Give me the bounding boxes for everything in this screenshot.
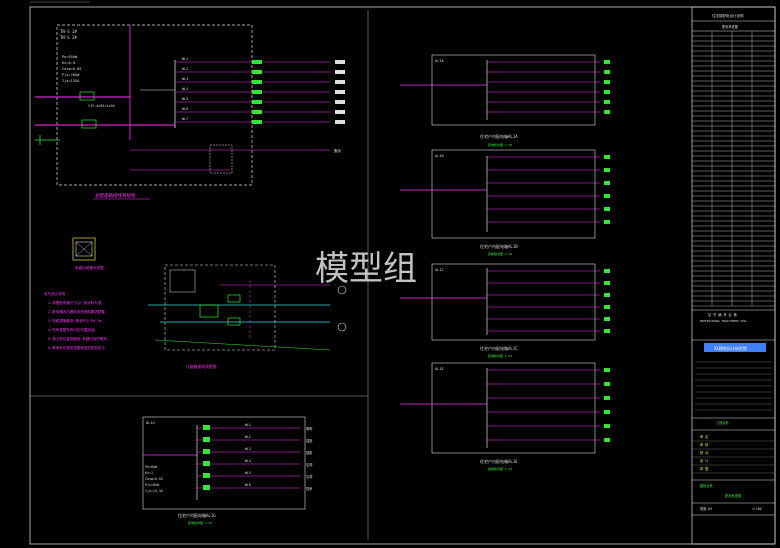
svg-text:Pjs=8kW: Pjs=8kW [145, 483, 159, 487]
drawing-canvas: TN-S 1# TN-S 2# Pe=95kW Kx=0.8 Cosφ=0.85… [29, 1, 776, 545]
svg-text:WL2: WL2 [245, 435, 251, 439]
main-top-label-2: TN-S 2# [60, 35, 77, 40]
svg-text:Pe=95kW: Pe=95kW [62, 55, 78, 59]
right-box-d: AL1E 住宅户内配电箱AL1E 配电箱详图 1:50 [400, 362, 610, 471]
left-bottom-caption: 住宅户内配电箱AL1G [178, 512, 216, 518]
left-bottom-box: AL1G Pe=8kW Kx=1 Cosφ=0.85 Pjs=8kW Ijs=1… [142, 416, 313, 525]
svg-text:配电箱详图 1:50: 配电箱详图 1:50 [488, 353, 512, 358]
svg-text:Ijs=135A: Ijs=135A [62, 79, 80, 83]
svg-text:配电箱详图 1:50: 配电箱详图 1:50 [488, 251, 512, 256]
svg-text:Ijs=14.3A: Ijs=14.3A [145, 489, 163, 493]
title-block: 住宅楼配电设计说明 配电系统图 证 书 编 号 合 格 PROFESSIONAL… [691, 6, 776, 545]
svg-text:WL3: WL3 [182, 77, 188, 81]
svg-text:空调: 空调 [306, 462, 312, 467]
svg-text:审 核: 审 核 [700, 442, 709, 447]
drawing-number: 电施-05 [700, 506, 712, 511]
svg-text:配电箱详图 1:50: 配电箱详图 1:50 [488, 466, 512, 471]
drawing-label: 图纸名称 [700, 483, 714, 488]
title-block-sub: 配电系统图 [722, 24, 738, 29]
right-box-c: AL1C 住宅户内配电箱AL1C 配电箱详图 1:50 [400, 263, 610, 358]
design-notes: 电气设计说明: 1.本图配电箱尺寸以厂家实际为准。 2.配电箱内元器件按系统图要… [44, 291, 110, 350]
svg-text:Cosφ=0.85: Cosφ=0.85 [62, 67, 81, 71]
svg-text:2.配电箱内元器件按系统图要求配置。: 2.配电箱内元器件按系统图要求配置。 [48, 309, 108, 314]
main-spare-label: 备用 [334, 148, 341, 153]
svg-text:WL5: WL5 [245, 471, 251, 475]
main-incoming-label: YJV-4x95+1x50 [88, 104, 115, 108]
svg-text:6.其他未尽事宜按国家相关规范执行。: 6.其他未尽事宜按国家相关规范执行。 [48, 345, 108, 350]
title-block-header: 住宅楼配电设计说明 [712, 13, 744, 18]
project-label: 工程名称 [716, 420, 730, 425]
meter-caption: 计量箱接线系统图 [186, 364, 217, 369]
svg-text:WL4: WL4 [182, 87, 188, 91]
svg-text:WL2: WL2 [182, 67, 188, 71]
main-branches: WL1 WL2 WL3 WL4 WL5 WL6 WL7 [175, 57, 345, 124]
svg-text:AL1A: AL1A [435, 59, 444, 63]
svg-text:WL6: WL6 [182, 107, 188, 111]
svg-text:WL1: WL1 [182, 57, 188, 61]
svg-text:审 定: 审 定 [700, 434, 709, 439]
main-caption: 总配电箱接线系统图 [95, 192, 136, 199]
svg-text:AL1E: AL1E [435, 367, 444, 371]
svg-text:WL7: WL7 [182, 117, 188, 121]
main-top-label-1: TN-S 1# [60, 29, 77, 34]
svg-text:AL1B: AL1B [435, 154, 444, 158]
svg-text:插座: 插座 [306, 438, 313, 443]
company-name: XX建筑设计研究院 [714, 345, 747, 351]
svg-text:4.所有金属外壳均应可靠接地。: 4.所有金属外壳均应可靠接地。 [48, 327, 98, 332]
svg-text:WL3: WL3 [245, 447, 251, 451]
main-distribution-panel: TN-S 1# TN-S 2# Pe=95kW Kx=0.8 Cosφ=0.85… [35, 24, 345, 200]
svg-text:Pjs=76kW: Pjs=76kW [62, 73, 80, 77]
svg-text:AL1C: AL1C [435, 268, 444, 272]
svg-text:插座: 插座 [306, 450, 313, 455]
svg-text:空调: 空调 [306, 474, 312, 479]
svg-text:住宅户内配电箱AL1E: 住宅户内配电箱AL1E [480, 458, 518, 464]
svg-text:住宅户内配电箱AL1C: 住宅户内配电箱AL1C [480, 345, 518, 351]
svg-text:制 图: 制 图 [700, 466, 708, 471]
right-box-b: AL1B 住宅户内配电箱AL1B 配电箱详图 1:50 [400, 149, 610, 256]
svg-text:Pe=8kW: Pe=8kW [145, 465, 157, 469]
svg-text:厨房: 厨房 [306, 486, 312, 491]
drawing-scale: 1:100 [752, 507, 762, 511]
notes-title: 电气设计说明: [44, 291, 67, 296]
cert-line-2: PROFESSIONAL REGISTERED SEAL [700, 319, 747, 323]
svg-text:设 计: 设 计 [700, 458, 709, 463]
small-box-detail: 电缆分接箱大样图 [72, 237, 104, 270]
svg-text:WL4: WL4 [245, 459, 251, 463]
svg-text:Kx=1: Kx=1 [145, 471, 153, 475]
left-bottom-subcaption: 配电箱详图 1:50 [188, 520, 212, 525]
svg-text:Kx=0.8: Kx=0.8 [62, 61, 75, 65]
svg-text:住宅户内配电箱AL1A: 住宅户内配电箱AL1A [480, 133, 518, 139]
svg-text:WL5: WL5 [182, 97, 188, 101]
drawing-name: 配电系统图 [725, 493, 741, 498]
cert-line-1: 证 书 编 号 合 格 [708, 312, 738, 317]
svg-text:校 对: 校 对 [700, 450, 709, 455]
svg-text:住宅户内配电箱AL1B: 住宅户内配电箱AL1B [480, 243, 518, 249]
svg-text:Cosφ=0.85: Cosφ=0.85 [145, 477, 163, 481]
small-box-caption: 电缆分接箱大样图 [75, 265, 104, 270]
svg-text:3.电缆穿管敷设,埋深不小于0.7m。: 3.电缆穿管敷设,埋深不小于0.7m。 [48, 318, 105, 323]
main-params: Pe=95kW Kx=0.8 Cosφ=0.85 Pjs=76kW Ijs=13… [62, 55, 81, 83]
svg-text:WL6: WL6 [245, 483, 251, 487]
watermark: 模型组 [315, 249, 417, 289]
svg-text:WL1: WL1 [245, 423, 251, 427]
left-bottom-title: AL1G [146, 421, 155, 425]
svg-text:5.施工前应复核图纸,有疑问及时联系。: 5.施工前应复核图纸,有疑问及时联系。 [48, 336, 110, 341]
right-box-a: AL1A 住宅户内配电箱AL1A 配电箱详图 1:50 [400, 54, 610, 147]
svg-text:配电箱详图 1:50: 配电箱详图 1:50 [488, 142, 512, 147]
svg-text:1.本图配电箱尺寸以厂家实际为准。: 1.本图配电箱尺寸以厂家实际为准。 [48, 300, 105, 305]
svg-text:照明: 照明 [306, 427, 312, 431]
